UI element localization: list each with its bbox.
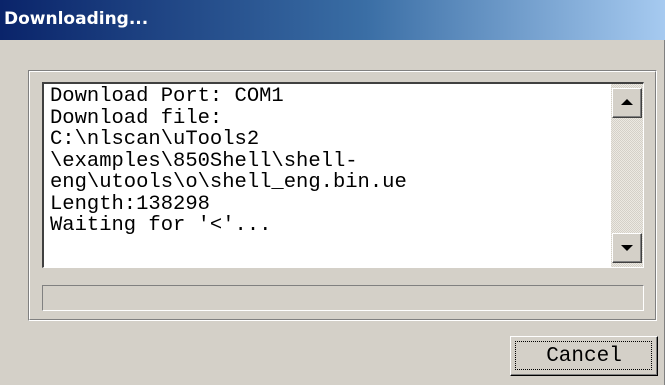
log-line: Download Port: COM1: [50, 85, 284, 108]
log-textbox[interactable]: Download Port: COM1 Download file: C:\nl…: [42, 82, 644, 268]
scroll-up-button[interactable]: [612, 88, 642, 118]
log-line: Length:138298: [50, 192, 210, 216]
download-dialog: Downloading... Download Port: COM1 Downl…: [0, 0, 665, 385]
log-line: Waiting for '<'...: [50, 214, 272, 237]
log-line: C:\nlscan\uTools2: [50, 128, 260, 151]
log-line: eng\utools\o\shell_eng.bin.ue: [50, 171, 407, 194]
title-bar[interactable]: Downloading...: [0, 0, 665, 40]
arrow-up-icon: [621, 99, 633, 105]
vertical-scrollbar[interactable]: [611, 84, 643, 267]
window-title: Downloading...: [4, 9, 149, 29]
download-progress-bar: [42, 285, 644, 311]
log-text: Download Port: COM1 Download file: C:\nl…: [50, 86, 605, 237]
cancel-button-label: Cancel: [546, 344, 622, 368]
arrow-down-icon: [621, 245, 633, 251]
scroll-down-button[interactable]: [612, 233, 642, 263]
log-line: \examples\850Shell\shell-: [50, 149, 358, 173]
log-line: Download file:: [50, 106, 223, 130]
cancel-button[interactable]: Cancel: [510, 336, 658, 376]
